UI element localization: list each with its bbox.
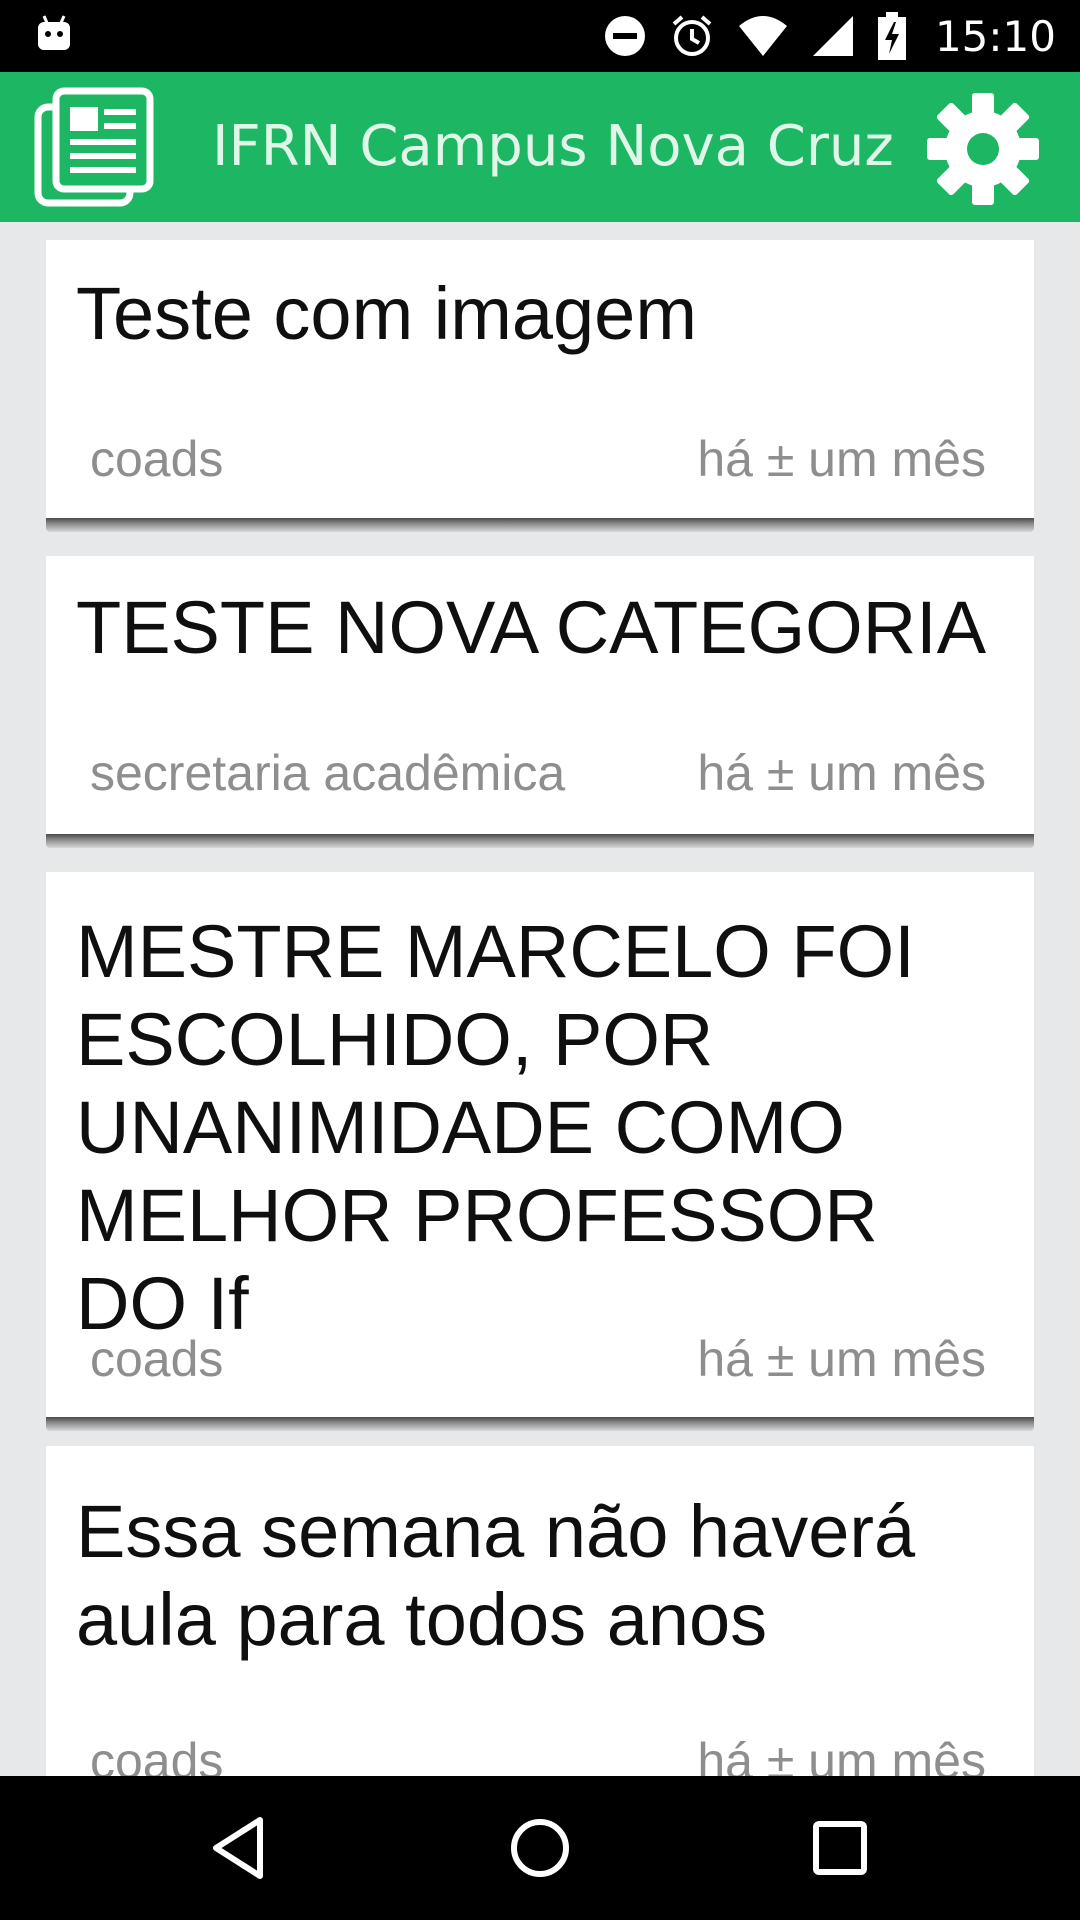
news-category: secretaria acadêmica xyxy=(90,745,566,801)
android-debug-icon xyxy=(38,15,70,50)
news-feed: Teste com imagem coads há ± um mês TESTE… xyxy=(0,222,1080,1776)
status-icons: 15:10 xyxy=(603,0,1056,72)
navigation-bar xyxy=(0,1776,1080,1920)
wifi-icon xyxy=(738,16,787,56)
news-card[interactable]: Teste com imagem coads há ± um mês xyxy=(46,240,1034,518)
news-category: coads xyxy=(90,1733,224,1776)
recents-icon[interactable] xyxy=(804,1812,876,1884)
alarm-icon xyxy=(672,15,712,56)
news-card[interactable]: Essa semana não haverá aula para todos a… xyxy=(46,1446,1034,1776)
news-time: há ± um mês xyxy=(697,1331,986,1387)
news-card[interactable]: MESTRE MARCELO FOI ESCOLHIDO, POR UNANIM… xyxy=(46,872,1034,1417)
home-icon[interactable] xyxy=(504,1812,576,1884)
news-card[interactable]: TESTE NOVA CATEGORIA secretaria acadêmic… xyxy=(46,556,1034,834)
cell-signal-icon xyxy=(812,16,853,56)
news-title: Teste com imagem xyxy=(76,272,697,355)
status-bar: 15:10 xyxy=(0,0,1080,72)
news-title: TESTE NOVA CATEGORIA xyxy=(76,586,987,669)
news-icon xyxy=(34,87,154,207)
news-time: há ± um mês xyxy=(697,431,986,487)
status-time: 15:10 xyxy=(934,11,1056,61)
app-bar: IFRN Campus Nova Cruz xyxy=(0,72,1080,222)
news-time: há ± um mês xyxy=(697,745,986,801)
news-category: coads xyxy=(90,431,224,487)
card-divider xyxy=(46,834,1034,848)
news-category: coads xyxy=(90,1331,224,1387)
news-title: Essa semana não haverá aula para todos a… xyxy=(76,1490,916,1661)
card-divider xyxy=(46,518,1034,532)
app-title: IFRN Campus Nova Cruz xyxy=(212,114,894,179)
battery-charging-icon xyxy=(877,12,906,60)
gear-icon[interactable] xyxy=(924,90,1042,208)
card-divider xyxy=(46,1417,1034,1431)
back-icon[interactable] xyxy=(204,1812,276,1884)
news-time: há ± um mês xyxy=(697,1733,986,1776)
do-not-disturb-icon xyxy=(604,16,645,56)
news-title: MESTRE MARCELO FOI ESCOLHIDO, POR UNANIM… xyxy=(76,910,915,1345)
